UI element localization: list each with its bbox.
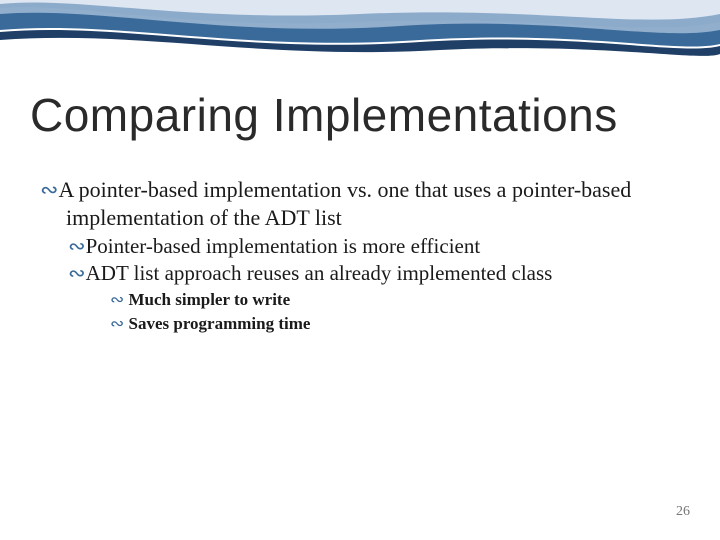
- slide-top-border: [0, 0, 720, 64]
- presentation-slide: Comparing Implementations ∾A pointer-bas…: [0, 0, 720, 540]
- bullet-glyph-icon: ∾: [68, 261, 86, 285]
- bullet-text: ADT list approach reuses an already impl…: [86, 261, 553, 285]
- slide-content: ∾A pointer-based implementation vs. one …: [40, 176, 690, 335]
- bullet-glyph-icon: ∾: [110, 314, 129, 333]
- bullet-level3: ∾ Saves programming time: [110, 313, 690, 335]
- bullet-glyph-icon: ∾: [40, 177, 58, 202]
- bullet-level3: ∾ Much simpler to write: [110, 289, 690, 311]
- bullet-text: Much simpler to write: [129, 290, 291, 309]
- bullet-level2: ∾Pointer-based implementation is more ef…: [68, 233, 690, 259]
- bullet-glyph-icon: ∾: [110, 290, 129, 309]
- bullet-level1: ∾A pointer-based implementation vs. one …: [40, 176, 690, 231]
- decorative-wave-icon: [0, 0, 720, 64]
- bullet-text: A pointer-based implementation vs. one t…: [58, 177, 631, 230]
- bullet-level2: ∾ADT list approach reuses an already imp…: [68, 260, 690, 286]
- bullet-glyph-icon: ∾: [68, 234, 86, 258]
- page-number: 26: [676, 504, 690, 520]
- slide-title: Comparing Implementations: [30, 88, 618, 142]
- bullet-text: Saves programming time: [129, 314, 311, 333]
- bullet-text: Pointer-based implementation is more eff…: [86, 234, 481, 258]
